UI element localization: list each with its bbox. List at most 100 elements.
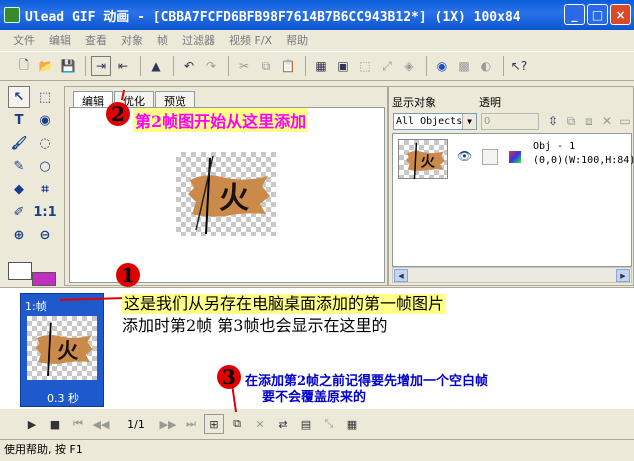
menu-help[interactable]: 帮助 — [279, 32, 315, 48]
add-frame-icon[interactable]: ⊞ — [204, 414, 224, 434]
layer-icon[interactable]: ◈ — [399, 56, 419, 76]
menu-video-fx[interactable]: 视频 F/X — [222, 32, 279, 48]
fill-tool-icon[interactable]: ◆ — [8, 178, 30, 200]
properties-icon[interactable]: ▣ — [333, 56, 353, 76]
text-banner-icon[interactable]: ▤ — [296, 414, 316, 434]
canvas-image[interactable]: 火 — [176, 152, 276, 236]
resize-icon[interactable]: ⤢ — [377, 56, 397, 76]
play-icon[interactable]: ▶ — [22, 414, 42, 434]
window-controls: _ □ × — [564, 4, 631, 25]
cut-icon[interactable]: ✂ — [234, 56, 254, 76]
actual-size-icon[interactable]: 1:1 — [33, 201, 56, 223]
frame-properties-icon[interactable]: ▦ — [342, 414, 362, 434]
delete-frame-icon[interactable]: ✕ — [250, 414, 270, 434]
canvas-area[interactable]: 火 — [69, 107, 385, 283]
paste-icon[interactable]: 📋 — [278, 56, 298, 76]
open-folder-icon[interactable]: 📂 — [36, 56, 56, 76]
pick-tool-icon[interactable]: ↖ — [8, 86, 30, 108]
ellipse-tool-icon[interactable]: ○ — [34, 155, 56, 177]
lasso-tool-icon[interactable]: ◌ — [34, 132, 56, 154]
effects-icon[interactable]: ▲ — [146, 56, 166, 76]
browser-preview-icon[interactable]: ◉ — [432, 56, 452, 76]
menu-frame[interactable]: 帧 — [150, 32, 175, 48]
menu-file[interactable]: 文件 — [6, 32, 42, 48]
eye-icon[interactable]: 👁 — [457, 149, 472, 163]
toolbar-separator — [503, 56, 504, 76]
merge-object-icon[interactable]: ⧈ — [579, 111, 599, 131]
canvas-icon[interactable]: ▦ — [311, 56, 331, 76]
color-mode-icon — [509, 151, 521, 163]
object-properties-icon[interactable]: ▭ — [615, 111, 634, 131]
brush-tool-icon[interactable]: 🖌 — [8, 132, 30, 154]
menu-filter[interactable]: 过滤器 — [175, 32, 222, 48]
delete-object-icon[interactable]: ✕ — [597, 111, 617, 131]
add-image-icon[interactable]: ⇥ — [91, 56, 111, 76]
minimize-button[interactable]: _ — [564, 4, 585, 25]
toolbar-separator — [85, 56, 86, 76]
status-bar: 使用帮助, 按 F1 — [0, 439, 634, 461]
foreground-color-swatch[interactable] — [8, 262, 32, 280]
opacity-stepper-arrows-icon[interactable]: ⇳ — [543, 111, 563, 131]
crop-icon[interactable]: ⬚ — [355, 56, 375, 76]
toolbar-separator — [228, 56, 229, 76]
svg-text:火: 火 — [219, 181, 249, 216]
tween-icon[interactable]: ⇄ — [273, 414, 293, 434]
menu-view[interactable]: 查看 — [78, 32, 114, 48]
next-frame-icon[interactable]: ▶▶ — [158, 414, 178, 434]
opacity-stepper[interactable]: 0 — [481, 113, 539, 130]
first-frame-icon[interactable]: ⏮ — [68, 414, 88, 434]
object-coords: (0,0)(W:100,H:84) — [533, 155, 634, 166]
frame-label: 1:帧 — [25, 300, 47, 313]
object-manager-panel: 显示对象 透明 All Objects ▼ 0 ⇳ ⧉ ⧈ ✕ ▭ 火 👁 Obj… — [388, 86, 634, 286]
save-icon[interactable]: 💾 — [58, 56, 78, 76]
tool-palette: ↖ ⬚ T ◉ 🖌 ◌ ✎ ○ ◆ ⌗ ✐ 1:1 ⊕ ⊖ — [4, 86, 60, 286]
app-icon — [4, 7, 20, 23]
object-list-scrollbar[interactable]: ◀ ▶ — [392, 267, 632, 283]
text-tool-icon[interactable]: T — [8, 109, 30, 131]
title-bar: Ulead GIF 动画 - [CBBA7FCFD6BFB98F7614B7B6… — [0, 0, 634, 30]
svg-text:火: 火 — [421, 154, 436, 171]
object-filter-select[interactable]: All Objects ▼ — [393, 113, 477, 130]
annotation-text-1-line1: 这是我们从另存在电脑桌面添加的第一帧图片 — [122, 294, 447, 314]
eyedropper-tool-icon[interactable]: ✐ — [8, 201, 30, 223]
toolbar-separator — [305, 56, 306, 76]
optimize-icon[interactable]: ◐ — [476, 56, 496, 76]
crop-tool-icon[interactable]: ⌗ — [34, 178, 56, 200]
zoom-out-icon[interactable]: ⊖ — [34, 224, 56, 246]
close-button[interactable]: × — [610, 4, 631, 25]
background-color-swatch[interactable] — [32, 272, 56, 286]
lock-toggle[interactable] — [482, 149, 498, 165]
menu-bar: 文件 编辑 查看 对象 帧 过滤器 视频 F/X 帮助 — [0, 30, 634, 50]
pencil-tool-icon[interactable]: ✎ — [8, 155, 30, 177]
new-file-icon[interactable]: 🗋 — [14, 56, 34, 76]
scroll-right-icon[interactable]: ▶ — [616, 269, 630, 282]
maximize-button[interactable]: □ — [587, 4, 608, 25]
select-tool-icon[interactable]: ⬚ — [34, 86, 56, 108]
object-name: Obj - 1 — [533, 141, 576, 152]
filter-frame-icon[interactable]: ⤡ — [319, 414, 339, 434]
duplicate-object-icon[interactable]: ⧉ — [561, 111, 581, 131]
menu-object[interactable]: 对象 — [114, 32, 150, 48]
zoom-in-icon[interactable]: ⊕ — [8, 224, 30, 246]
frame-thumbnail: 火 — [27, 316, 97, 380]
menu-edit[interactable]: 编辑 — [42, 32, 78, 48]
frame-delay: 0.3 秒 — [47, 392, 79, 405]
main-toolbar: 🗋 📂 💾 ⇥ ⇤ ▲ ↶ ↷ ✂ ⧉ 📋 ▦ ▣ ⬚ ⤢ ◈ ◉ ▩ ◐ ↖? — [0, 51, 634, 81]
help-pointer-icon[interactable]: ↖? — [509, 56, 529, 76]
add-video-icon[interactable]: ⇤ — [113, 56, 133, 76]
copy-icon[interactable]: ⧉ — [256, 56, 276, 76]
stop-icon[interactable]: ■ — [45, 414, 65, 434]
redo-icon[interactable]: ↷ — [201, 56, 221, 76]
frame-control-bar: ▶ ■ ⏮ ◀◀ 1/1 ▶▶ ⏭ ⊞ ⧉ ✕ ⇄ ▤ ⤡ ▦ — [0, 410, 634, 438]
transform-tool-icon[interactable]: ◉ — [34, 109, 56, 131]
export-icon[interactable]: ▩ — [454, 56, 474, 76]
last-frame-icon[interactable]: ⏭ — [181, 414, 201, 434]
duplicate-frame-icon[interactable]: ⧉ — [227, 414, 247, 434]
frame-page-indicator: 1/1 — [127, 417, 145, 431]
scroll-left-icon[interactable]: ◀ — [394, 269, 408, 282]
annotation-text-2: 第2帧图开始从这里添加 — [133, 108, 309, 132]
object-thumbnail[interactable]: 火 — [398, 139, 448, 180]
opacity-label: 透明 — [479, 96, 501, 109]
undo-icon[interactable]: ↶ — [179, 56, 199, 76]
previous-frame-icon[interactable]: ◀◀ — [91, 414, 111, 434]
